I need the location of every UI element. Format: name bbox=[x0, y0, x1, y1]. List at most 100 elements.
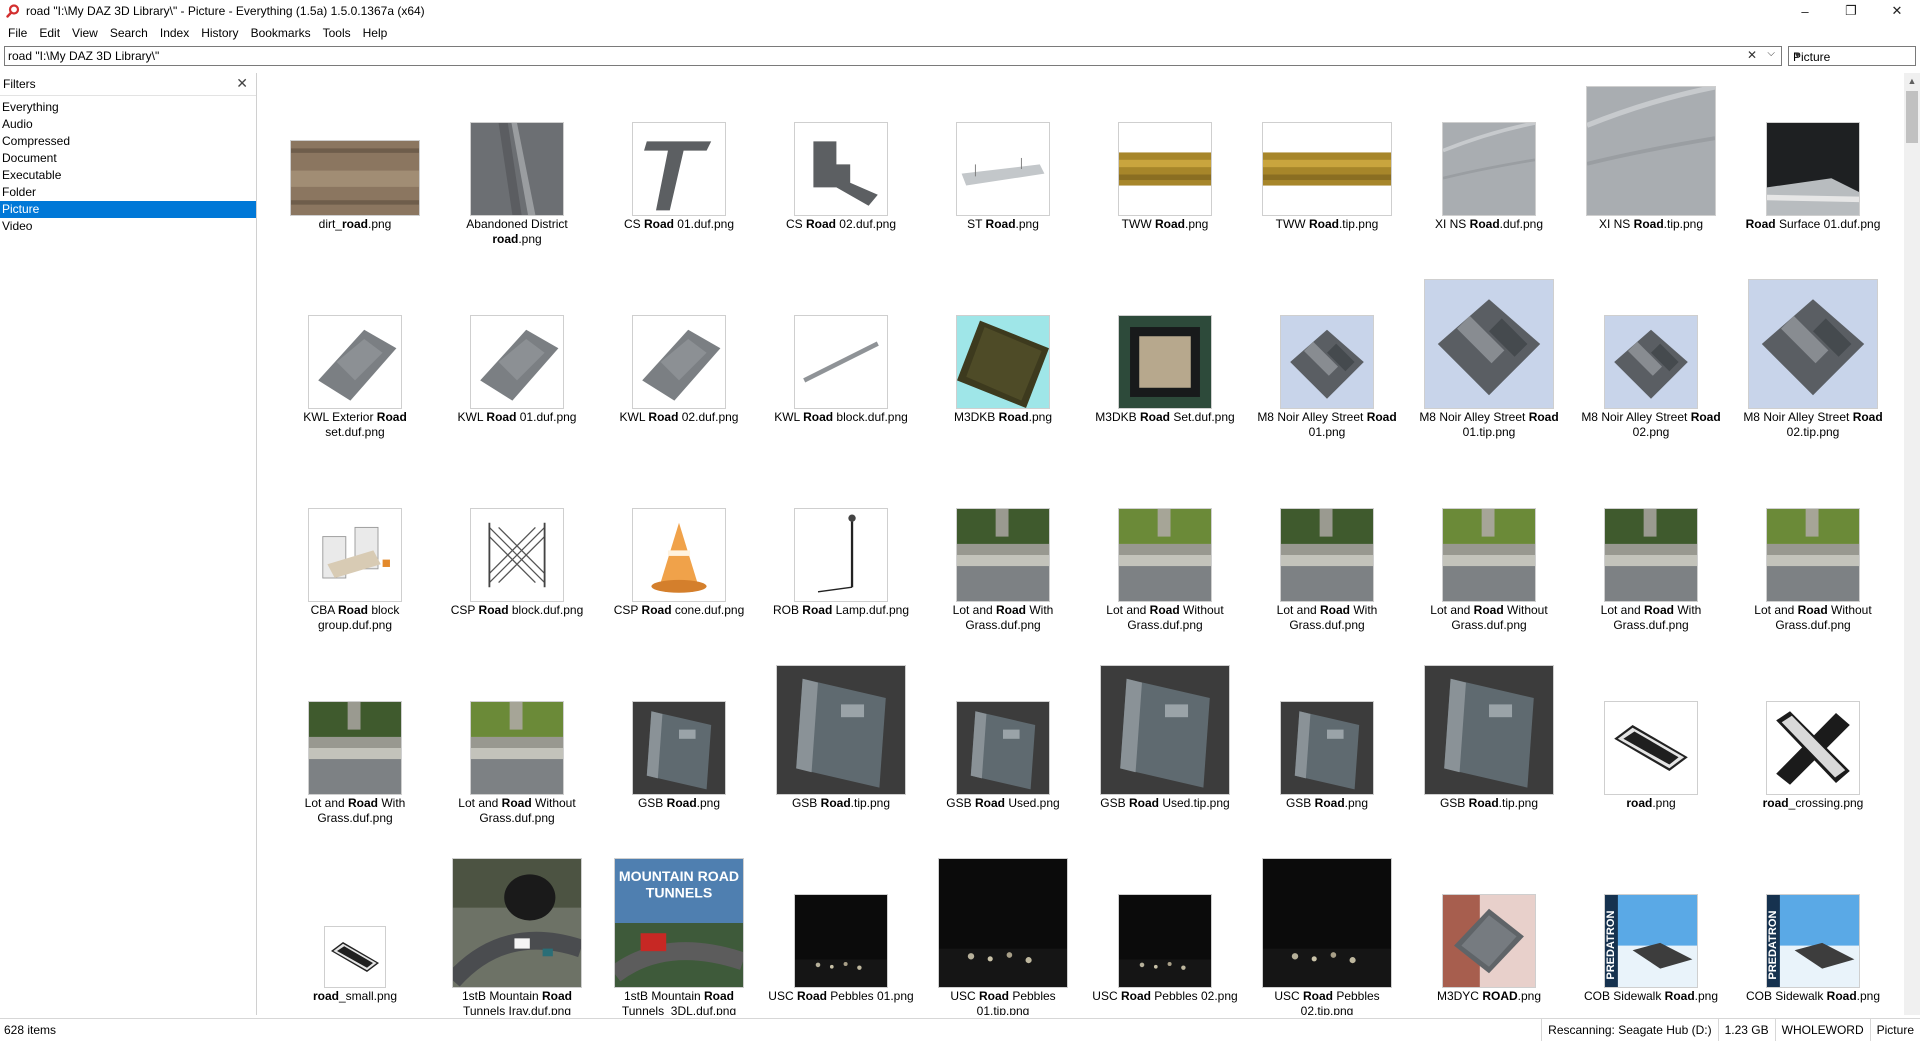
file-item[interactable]: M8 Noir Alley Street Road 02.png bbox=[1570, 266, 1732, 459]
menu-search[interactable]: Search bbox=[104, 23, 154, 43]
file-item[interactable]: GSB Road Used.tip.png bbox=[1084, 652, 1246, 845]
file-item[interactable]: KWL Exterior Road set.duf.png bbox=[274, 266, 436, 459]
file-item[interactable]: TWW Road.tip.png bbox=[1246, 73, 1408, 266]
menu-history[interactable]: History bbox=[195, 23, 244, 43]
file-item[interactable]: KWL Road 02.duf.png bbox=[598, 266, 760, 459]
scrollbar-thumb[interactable] bbox=[1906, 91, 1918, 143]
file-item[interactable]: ROB Road Lamp.duf.png bbox=[760, 459, 922, 652]
file-item[interactable]: CSP Road cone.duf.png bbox=[598, 459, 760, 652]
file-name: M8 Noir Alley Street Road 02.png bbox=[1574, 410, 1728, 440]
menu-help[interactable]: Help bbox=[357, 23, 394, 43]
file-item[interactable]: M8 Noir Alley Street Road 01.png bbox=[1246, 266, 1408, 459]
file-thumbnail-speckle-strip bbox=[1604, 701, 1698, 795]
maximize-button[interactable]: ❐ bbox=[1828, 0, 1874, 22]
file-thumbnail-cyan-tile bbox=[956, 315, 1050, 409]
file-item[interactable]: Lot and Road With Grass.duf.png bbox=[1570, 459, 1732, 652]
file-item[interactable]: M3DYC ROAD.png bbox=[1408, 845, 1570, 1015]
file-item[interactable]: KWL Road block.duf.png bbox=[760, 266, 922, 459]
file-name-match: Road bbox=[1852, 410, 1883, 424]
file-thumbnail-frame bbox=[285, 281, 425, 409]
file-name: CSP Road block.duf.png bbox=[440, 603, 594, 618]
chevron-down-icon: ▼ bbox=[1793, 50, 1802, 60]
file-name-suffix: .png bbox=[368, 217, 392, 231]
file-item[interactable]: GSB Road.tip.png bbox=[760, 652, 922, 845]
file-item[interactable]: Lot and Road Without Grass.duf.png bbox=[1732, 459, 1894, 652]
file-item[interactable]: Lot and Road With Grass.duf.png bbox=[1246, 459, 1408, 652]
filter-item-video[interactable]: Video bbox=[0, 218, 256, 235]
filter-select[interactable]: Picture ▼ bbox=[1788, 46, 1916, 66]
file-item[interactable]: CSP Road block.duf.png bbox=[436, 459, 598, 652]
file-item[interactable]: Lot and Road With Grass.duf.png bbox=[274, 652, 436, 845]
file-name-match: Road bbox=[348, 796, 379, 810]
file-item[interactable]: M3DKB Road Set.duf.png bbox=[1084, 266, 1246, 459]
file-item[interactable]: 1stB Mountain Road Tunnels Iray.duf.png bbox=[436, 845, 598, 1015]
filter-item-picture[interactable]: Picture bbox=[0, 201, 256, 218]
file-name: TWW Road.tip.png bbox=[1250, 217, 1404, 232]
close-button[interactable]: ✕ bbox=[1874, 0, 1920, 22]
file-item[interactable]: USC Road Pebbles 01.png bbox=[760, 845, 922, 1015]
file-item[interactable]: road.png bbox=[1570, 652, 1732, 845]
filter-item-folder[interactable]: Folder bbox=[0, 184, 256, 201]
menu-bookmarks[interactable]: Bookmarks bbox=[245, 23, 317, 43]
file-item[interactable]: Road Surface 01.duf.png bbox=[1732, 73, 1894, 266]
file-item[interactable]: road_crossing.png bbox=[1732, 652, 1894, 845]
file-name-prefix: Lot and bbox=[458, 796, 502, 810]
menu-view[interactable]: View bbox=[66, 23, 104, 43]
file-item[interactable]: MOUNTAIN ROAD TUNNELS 1stB Mountain Road T… bbox=[598, 845, 760, 1015]
file-thumbnail-frame bbox=[1743, 667, 1883, 795]
filter-item-document[interactable]: Document bbox=[0, 150, 256, 167]
file-item[interactable]: PREDATRON COB Sidewalk Road.png bbox=[1570, 845, 1732, 1015]
file-name-suffix: set.duf.png bbox=[325, 425, 385, 439]
file-name: KWL Road block.duf.png bbox=[764, 410, 918, 425]
menu-edit[interactable]: Edit bbox=[33, 23, 66, 43]
file-item[interactable]: Lot and Road Without Grass.duf.png bbox=[436, 652, 598, 845]
vertical-scrollbar[interactable]: ▲ bbox=[1904, 73, 1920, 1015]
file-name-suffix: .duf.png bbox=[1499, 217, 1544, 231]
filter-item-everything[interactable]: Everything bbox=[0, 99, 256, 116]
file-item[interactable]: USC Road Pebbles 01.tip.png bbox=[922, 845, 1084, 1015]
file-name-suffix: _crossing.png bbox=[1788, 796, 1864, 810]
search-history-dropdown-icon[interactable]: ⌵ bbox=[1767, 48, 1775, 59]
file-item[interactable]: GSB Road Used.png bbox=[922, 652, 1084, 845]
file-item[interactable]: M8 Noir Alley Street Road 01.tip.png bbox=[1408, 266, 1570, 459]
minimize-button[interactable]: – bbox=[1782, 0, 1828, 22]
filter-item-audio[interactable]: Audio bbox=[0, 116, 256, 133]
file-item[interactable]: ST Road.png bbox=[922, 73, 1084, 266]
file-item[interactable]: CS Road 02.duf.png bbox=[760, 73, 922, 266]
file-item[interactable]: GSB Road.png bbox=[1246, 652, 1408, 845]
file-item[interactable]: XI NS Road.duf.png bbox=[1408, 73, 1570, 266]
file-item[interactable]: Lot and Road Without Grass.duf.png bbox=[1408, 459, 1570, 652]
file-item[interactable]: Abandoned District road.png bbox=[436, 73, 598, 266]
file-item[interactable]: CS Road 01.duf.png bbox=[598, 73, 760, 266]
file-item[interactable]: GSB Road.tip.png bbox=[1408, 652, 1570, 845]
file-item[interactable]: Lot and Road With Grass.duf.png bbox=[922, 459, 1084, 652]
file-thumbnail-frame: PREDATRON bbox=[1743, 860, 1883, 988]
filter-item-compressed[interactable]: Compressed bbox=[0, 133, 256, 150]
file-item[interactable]: CBA Road block group.duf.png bbox=[274, 459, 436, 652]
file-item[interactable]: M8 Noir Alley Street Road 02.tip.png bbox=[1732, 266, 1894, 459]
close-filters-icon[interactable]: ✕ bbox=[236, 75, 248, 92]
file-item[interactable]: road_small.png bbox=[274, 845, 436, 1015]
file-thumbnail-grass-dark bbox=[1604, 508, 1698, 602]
file-item[interactable]: dirt_road.png bbox=[274, 73, 436, 266]
menu-tools[interactable]: Tools bbox=[317, 23, 357, 43]
file-name-match: Road bbox=[1366, 410, 1397, 424]
scroll-up-icon[interactable]: ▲ bbox=[1904, 73, 1920, 89]
menu-index[interactable]: Index bbox=[154, 23, 195, 43]
file-item[interactable]: KWL Road 01.duf.png bbox=[436, 266, 598, 459]
file-name-prefix: USC bbox=[950, 989, 979, 1003]
file-item[interactable]: M3DKB Road.png bbox=[922, 266, 1084, 459]
file-item[interactable]: PREDATRON COB Sidewalk Road.png bbox=[1732, 845, 1894, 1015]
search-input[interactable] bbox=[5, 47, 1731, 65]
file-item[interactable]: Lot and Road Without Grass.duf.png bbox=[1084, 459, 1246, 652]
file-item[interactable]: USC Road Pebbles 02.tip.png bbox=[1246, 845, 1408, 1015]
menu-file[interactable]: File bbox=[2, 23, 33, 43]
file-item[interactable]: GSB Road.png bbox=[598, 652, 760, 845]
file-item[interactable]: TWW Road.png bbox=[1084, 73, 1246, 266]
file-thumbnail-noir bbox=[1604, 315, 1698, 409]
file-item[interactable]: USC Road Pebbles 02.png bbox=[1084, 845, 1246, 1015]
file-item[interactable]: XI NS Road.tip.png bbox=[1570, 73, 1732, 266]
filter-item-executable[interactable]: Executable bbox=[0, 167, 256, 184]
clear-search-icon[interactable]: ✕ bbox=[1747, 48, 1757, 62]
file-thumbnail-frame bbox=[1419, 88, 1559, 216]
